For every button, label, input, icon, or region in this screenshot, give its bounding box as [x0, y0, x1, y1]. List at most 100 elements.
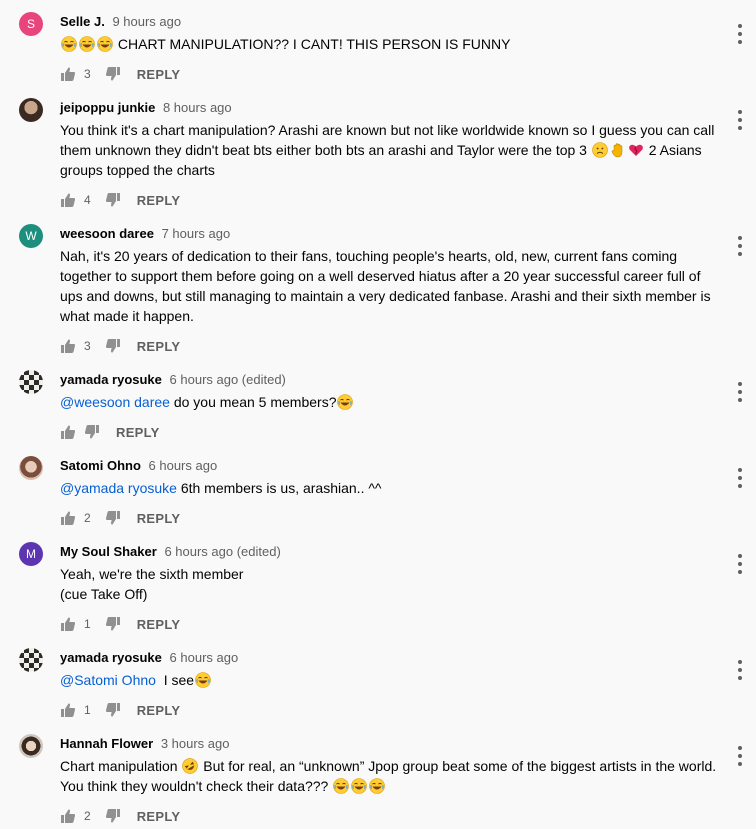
comment-text-body: do you mean 5 members? [169, 394, 337, 410]
thumbs-up-icon[interactable] [60, 808, 76, 824]
joy-emoji-icon [369, 778, 385, 794]
avatar[interactable]: W [19, 224, 43, 248]
more-vert-icon[interactable] [734, 554, 746, 574]
comment-time[interactable]: 7 hours ago [162, 226, 231, 241]
more-vert-icon[interactable] [734, 746, 746, 766]
like-count: 1 [84, 617, 91, 631]
comment-text-body: I see [155, 672, 195, 688]
author-name[interactable]: weesoon daree [60, 226, 154, 241]
comment-text: @yamada ryosuke 6th members is us, arash… [60, 478, 730, 498]
thumbs-up-icon[interactable] [60, 338, 76, 354]
comment-actions: 1 REPLY [60, 700, 180, 720]
comment-header: Satomi Ohno 6 hours ago [60, 457, 217, 475]
comment-text: @weesoon daree do you mean 5 members? [60, 392, 730, 412]
like-count: 1 [84, 703, 91, 717]
comment-line: Nah, it's 20 years of dedication to thei… [60, 248, 678, 264]
avatar[interactable] [19, 98, 43, 122]
comment-line: Chart manipulation [60, 758, 178, 774]
joy-emoji-icon [337, 394, 353, 410]
thumbs-down-icon[interactable] [105, 66, 121, 82]
comment-header: yamada ryosuke 6 hours ago (edited) [60, 371, 286, 389]
avatar[interactable] [19, 734, 43, 758]
thumbs-up-icon[interactable] [60, 66, 76, 82]
avatar[interactable]: M [19, 542, 43, 566]
reply-button[interactable]: REPLY [137, 703, 181, 718]
thumbs-up-icon[interactable] [60, 192, 76, 208]
comment-time[interactable]: 8 hours ago [163, 100, 232, 115]
thumbs-up-icon[interactable] [60, 424, 76, 440]
comment-time[interactable]: 3 hours ago [161, 736, 230, 751]
comment-text: Nah, it's 20 years of dedication to thei… [60, 246, 730, 326]
thumbs-down-icon[interactable] [105, 192, 121, 208]
author-name[interactable]: My Soul Shaker [60, 544, 157, 559]
comment-line: (cue Take Off) [60, 586, 148, 602]
reply-button[interactable]: REPLY [137, 193, 181, 208]
reply-button[interactable]: REPLY [137, 617, 181, 632]
comment-line: together to support them before going on… [60, 268, 701, 284]
author-name[interactable]: yamada ryosuke [60, 372, 162, 387]
comment-line: But for real, an “unknown” Jpop group be… [203, 758, 717, 774]
like-count: 3 [84, 339, 91, 353]
more-vert-icon[interactable] [734, 110, 746, 130]
thumbs-down-icon[interactable] [84, 424, 100, 440]
reply-button[interactable]: REPLY [137, 339, 181, 354]
comment-actions: 4 REPLY [60, 190, 180, 210]
comment-line: groups topped the charts [60, 162, 215, 178]
more-vert-icon[interactable] [734, 468, 746, 488]
more-vert-icon[interactable] [734, 24, 746, 44]
thumbs-up-icon[interactable] [60, 510, 76, 526]
like-count: 3 [84, 67, 91, 81]
avatar[interactable] [19, 648, 43, 672]
raised-hand-emoji-icon [610, 142, 626, 158]
joy-emoji-icon [97, 36, 113, 52]
comment-time[interactable]: 6 hours ago [149, 458, 218, 473]
comment-text: Yeah, we're the sixth member (cue Take O… [60, 564, 730, 604]
comment-header: jeipoppu junkie 8 hours ago [60, 99, 232, 117]
joy-emoji-icon [195, 672, 211, 688]
thumbs-up-icon[interactable] [60, 702, 76, 718]
more-vert-icon[interactable] [734, 236, 746, 256]
comment-time[interactable]: 9 hours ago [112, 14, 181, 29]
heart-emoji-icon [628, 142, 644, 158]
more-vert-icon[interactable] [734, 660, 746, 680]
comment-time[interactable]: 6 hours ago (edited) [170, 372, 286, 387]
thumbs-down-icon[interactable] [105, 702, 121, 718]
author-name[interactable]: Hannah Flower [60, 736, 153, 751]
author-name[interactable]: Selle J. [60, 14, 105, 29]
thumbs-down-icon[interactable] [105, 510, 121, 526]
like-count: 2 [84, 809, 91, 823]
joy-emoji-icon [61, 36, 77, 52]
comment-actions: REPLY [60, 422, 160, 442]
thumbs-up-icon[interactable] [60, 616, 76, 632]
mention-link[interactable]: @yamada ryosuke [60, 480, 177, 496]
avatar[interactable] [19, 370, 43, 394]
avatar[interactable]: S [19, 12, 43, 36]
reply-button[interactable]: REPLY [137, 511, 181, 526]
comment-line: ups and downs, but still managing to mai… [60, 288, 711, 304]
reply-button[interactable]: REPLY [137, 67, 181, 82]
author-name[interactable]: yamada ryosuke [60, 650, 162, 665]
comment-time[interactable]: 6 hours ago (edited) [164, 544, 280, 559]
author-name[interactable]: Satomi Ohno [60, 458, 141, 473]
thumbs-down-icon[interactable] [105, 616, 121, 632]
comment-header: Hannah Flower 3 hours ago [60, 735, 229, 753]
author-name[interactable]: jeipoppu junkie [60, 100, 155, 115]
comment-actions: 2 REPLY [60, 806, 180, 826]
comment-line: them unknown they didn't beat bts either… [60, 142, 587, 158]
comment-time[interactable]: 6 hours ago [170, 650, 239, 665]
thumbs-down-icon[interactable] [105, 338, 121, 354]
comment-header: My Soul Shaker 6 hours ago (edited) [60, 543, 281, 561]
comment-line: You think it's a chart manipulation? Ara… [60, 122, 715, 138]
thumbs-down-icon[interactable] [105, 808, 121, 824]
reply-button[interactable]: REPLY [116, 425, 160, 440]
avatar[interactable] [19, 456, 43, 480]
joy-emoji-icon [79, 36, 95, 52]
mention-link[interactable]: @Satomi Ohno [60, 672, 156, 688]
more-vert-icon[interactable] [734, 382, 746, 402]
comment-line: You think they wouldn't check their data… [60, 778, 329, 794]
comment-header: Selle J. 9 hours ago [60, 13, 181, 31]
comment-actions: 3 REPLY [60, 64, 180, 84]
rofl-emoji-icon [182, 758, 198, 774]
reply-button[interactable]: REPLY [137, 809, 181, 824]
mention-link[interactable]: @weesoon daree [60, 394, 170, 410]
